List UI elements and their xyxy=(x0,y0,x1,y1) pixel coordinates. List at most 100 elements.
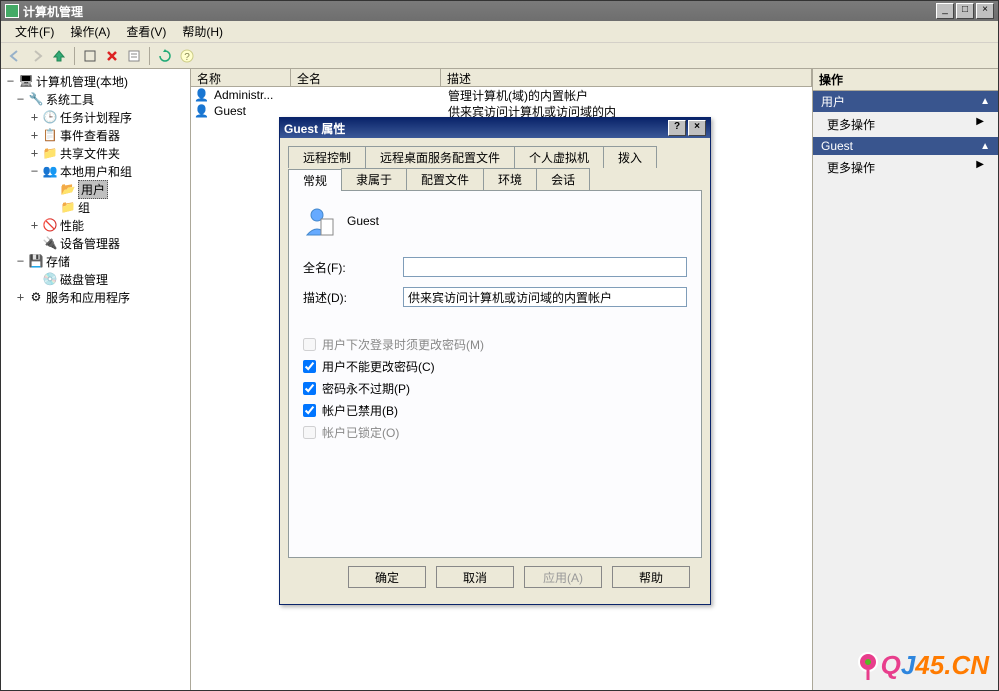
menu-help[interactable]: 帮助(H) xyxy=(174,21,231,42)
tree-services-apps[interactable]: +⚙服务和应用程序 xyxy=(1,288,190,306)
tools-icon: 🔧 xyxy=(28,91,44,107)
back-button xyxy=(5,46,25,66)
tab-session[interactable]: 会话 xyxy=(536,168,590,190)
tree-event-viewer[interactable]: +📋事件查看器 xyxy=(1,126,190,144)
perf-icon: 🚫 xyxy=(42,217,58,233)
tree-disk-mgmt[interactable]: 💿磁盘管理 xyxy=(1,270,190,288)
maximize-button[interactable]: □ xyxy=(956,3,974,19)
more-actions-users[interactable]: 更多操作▶ xyxy=(813,112,998,137)
arrow-right-icon: ▶ xyxy=(976,159,984,176)
tree-storage[interactable]: −💾存储 xyxy=(1,252,190,270)
collapse-icon: ▲ xyxy=(980,96,990,107)
toolbar: ? xyxy=(1,43,998,69)
tab-personal-vm[interactable]: 个人虚拟机 xyxy=(514,146,604,168)
chk-cannot-change[interactable] xyxy=(303,360,316,373)
computer-icon: 🖥 xyxy=(18,73,34,89)
properties-button[interactable] xyxy=(124,46,144,66)
dialog-buttons: 确定 取消 应用(A) 帮助 xyxy=(288,558,702,596)
users-icon: 👥 xyxy=(42,163,58,179)
chk-never-expire[interactable] xyxy=(303,382,316,395)
description-input[interactable] xyxy=(403,287,687,307)
collapse-icon: ▲ xyxy=(980,141,990,152)
col-fullname[interactable]: 全名 xyxy=(291,69,441,86)
tree-local-users[interactable]: −👥本地用户和组 xyxy=(1,162,190,180)
tree-device-manager[interactable]: 🔌设备管理器 xyxy=(1,234,190,252)
window-title: 计算机管理 xyxy=(23,3,934,20)
folder-share-icon: 📁 xyxy=(42,145,58,161)
tabs-row2: 常规 隶属于 配置文件 环境 会话 xyxy=(288,168,702,190)
menu-action[interactable]: 操作(A) xyxy=(62,21,118,42)
tree-root[interactable]: −🖥计算机管理(本地) xyxy=(1,72,190,90)
menu-view[interactable]: 查看(V) xyxy=(118,21,174,42)
chk-disabled[interactable] xyxy=(303,404,316,417)
tab-environment[interactable]: 环境 xyxy=(483,168,537,190)
apply-button: 应用(A) xyxy=(524,566,602,588)
username-label: Guest xyxy=(347,214,379,228)
app-icon xyxy=(5,4,19,18)
dialog-titlebar: Guest 属性 ? × xyxy=(280,118,710,138)
tree-groups[interactable]: 📁组 xyxy=(1,198,190,216)
chk-locked xyxy=(303,426,316,439)
cancel-button[interactable]: 取消 xyxy=(436,566,514,588)
arrow-right-icon: ▶ xyxy=(976,116,984,133)
tree-pane[interactable]: −🖥计算机管理(本地) −🔧系统工具 +🕒任务计划程序 +📋事件查看器 +📁共享… xyxy=(1,69,191,690)
toolbar-icon[interactable] xyxy=(80,46,100,66)
actions-section-guest[interactable]: Guest▲ xyxy=(813,137,998,155)
tab-profile[interactable]: 配置文件 xyxy=(406,168,484,190)
col-desc[interactable]: 描述 xyxy=(441,69,812,86)
folder-icon: 📂 xyxy=(60,181,76,197)
chk-must-change xyxy=(303,338,316,351)
event-icon: 📋 xyxy=(42,127,58,143)
disk-icon: 💿 xyxy=(42,271,58,287)
up-button[interactable] xyxy=(49,46,69,66)
tree-task-scheduler[interactable]: +🕒任务计划程序 xyxy=(1,108,190,126)
description-label: 描述(D): xyxy=(303,289,403,306)
titlebar: 计算机管理 _ □ × xyxy=(1,1,998,21)
tab-memberof[interactable]: 隶属于 xyxy=(341,168,407,190)
tab-rds-profile[interactable]: 远程桌面服务配置文件 xyxy=(365,146,515,168)
menu-file[interactable]: 文件(F) xyxy=(7,21,62,42)
tab-general[interactable]: 常规 xyxy=(288,169,342,191)
refresh-button[interactable] xyxy=(155,46,175,66)
list-header: 名称 全名 描述 xyxy=(191,69,812,87)
fullname-label: 全名(F): xyxy=(303,259,403,276)
services-icon: ⚙ xyxy=(28,289,44,305)
actions-section-users[interactable]: 用户▲ xyxy=(813,91,998,112)
forward-button xyxy=(27,46,47,66)
user-icon: 👤 xyxy=(194,104,208,118)
properties-dialog: Guest 属性 ? × 远程控制 远程桌面服务配置文件 个人虚拟机 拨入 常规… xyxy=(279,117,711,605)
tab-dialin[interactable]: 拨入 xyxy=(603,146,657,168)
tabs-row1: 远程控制 远程桌面服务配置文件 个人虚拟机 拨入 xyxy=(288,146,702,168)
dialog-title: Guest 属性 xyxy=(284,120,666,137)
help-button[interactable]: 帮助 xyxy=(612,566,690,588)
tree-system-tools[interactable]: −🔧系统工具 xyxy=(1,90,190,108)
user-large-icon xyxy=(303,205,335,237)
dialog-help-button[interactable]: ? xyxy=(668,120,686,136)
tab-page-general: Guest 全名(F): 描述(D): 用户下次登录时须更改密码(M) 用户不能… xyxy=(288,190,702,558)
storage-icon: 💾 xyxy=(28,253,44,269)
tree-performance[interactable]: +🚫性能 xyxy=(1,216,190,234)
pin-icon xyxy=(857,652,879,680)
watermark: QJ45.CN xyxy=(857,650,989,681)
more-actions-guest[interactable]: 更多操作▶ xyxy=(813,155,998,180)
tree-users[interactable]: 📂用户 xyxy=(1,180,190,198)
list-row[interactable]: 👤 Administr... 管理计算机(域)的内置帐户 xyxy=(191,87,812,103)
folder-icon: 📁 xyxy=(60,199,76,215)
actions-pane: 操作 用户▲ 更多操作▶ Guest▲ 更多操作▶ xyxy=(813,69,998,690)
col-name[interactable]: 名称 xyxy=(191,69,291,86)
close-button[interactable]: × xyxy=(976,3,994,19)
svg-text:?: ? xyxy=(184,52,190,63)
clock-icon: 🕒 xyxy=(42,109,58,125)
menubar: 文件(F) 操作(A) 查看(V) 帮助(H) xyxy=(1,21,998,43)
dialog-close-button[interactable]: × xyxy=(688,120,706,136)
actions-header: 操作 xyxy=(813,69,998,91)
device-icon: 🔌 xyxy=(42,235,58,251)
minimize-button[interactable]: _ xyxy=(936,3,954,19)
ok-button[interactable]: 确定 xyxy=(348,566,426,588)
user-icon: 👤 xyxy=(194,88,208,102)
fullname-input[interactable] xyxy=(403,257,687,277)
tab-remote-control[interactable]: 远程控制 xyxy=(288,146,366,168)
tree-shared-folders[interactable]: +📁共享文件夹 xyxy=(1,144,190,162)
delete-button[interactable] xyxy=(102,46,122,66)
help-button[interactable]: ? xyxy=(177,46,197,66)
